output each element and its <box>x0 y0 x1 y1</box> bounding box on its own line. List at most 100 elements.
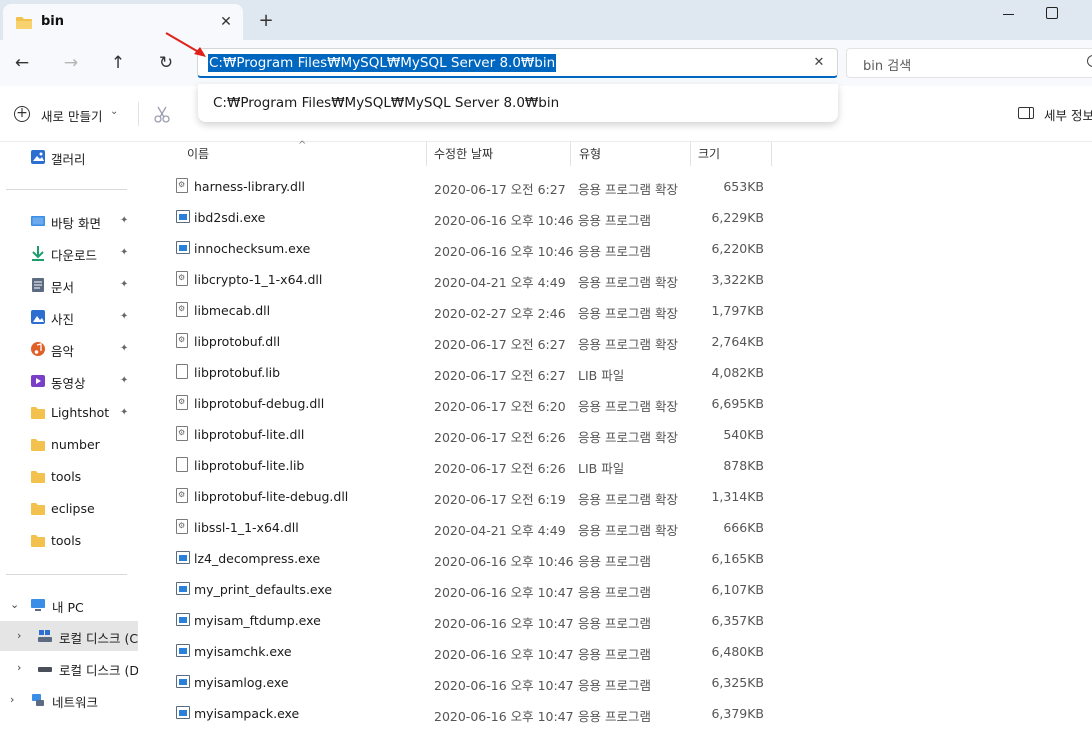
details-pane-icon <box>1018 107 1034 119</box>
chevron-right-icon[interactable]: › <box>17 661 21 674</box>
sidebar-item-desktop[interactable]: 바탕 화면 ✦ <box>0 206 138 236</box>
file-name: libmecab.dll <box>194 303 271 318</box>
address-suggestion-item[interactable]: C:₩Program Files₩MySQL₩MySQL Server 8.0₩… <box>213 95 559 111</box>
file-type: LIB 파일 <box>578 461 625 476</box>
sidebar-item-local-disk-c[interactable]: › 로컬 디스크 (C <box>0 621 138 651</box>
chevron-right-icon[interactable]: › <box>10 693 14 706</box>
file-row[interactable]: libprotobuf-debug.dll 2020-06-17 오전 6:20 응… <box>174 388 774 419</box>
sidebar-item-label: 음악 <box>51 344 75 359</box>
column-separator[interactable] <box>426 142 427 166</box>
music-icon <box>31 342 45 356</box>
pin-icon: ✦ <box>120 215 129 226</box>
file-type: LIB 파일 <box>578 368 625 383</box>
file-row[interactable]: libmecab.dll 2020-02-27 오후 2:46 응용 프로그램 확장… <box>174 295 774 326</box>
file-type: 응용 프로그램 확장 <box>578 182 678 197</box>
file-row[interactable]: libprotobuf-lite-debug.dll 2020-06-17 오전 … <box>174 481 774 512</box>
sidebar-item-tools[interactable]: tools <box>0 462 138 492</box>
sidebar-item-local-disk-d[interactable]: › 로컬 디스크 (D <box>0 653 138 683</box>
file-row[interactable]: my_print_defaults.exe 2020-06-16 오후 10:47… <box>174 574 774 605</box>
dll-file-icon <box>176 519 188 534</box>
cut-icon[interactable] <box>152 104 172 124</box>
desktop-icon <box>31 216 45 226</box>
file-row[interactable]: lz4_decompress.exe 2020-06-16 오후 10:46 응용 … <box>174 543 774 574</box>
sidebar-item-pictures[interactable]: 사진 ✦ <box>0 302 138 332</box>
file-row[interactable]: myisampack.exe 2020-06-16 오후 10:47 응용 프로그램… <box>174 698 774 729</box>
close-tab-icon[interactable]: ✕ <box>217 13 235 31</box>
back-button[interactable]: ← <box>11 52 33 74</box>
search-field[interactable]: bin 검색 <box>846 48 1092 78</box>
column-separator[interactable] <box>771 142 772 166</box>
column-header-name[interactable]: 이름 <box>187 142 209 168</box>
file-name: myisam_ftdump.exe <box>194 613 321 628</box>
file-row[interactable]: ibd2sdi.exe 2020-06-16 오후 10:46 응용 프로그램 6,2… <box>174 202 774 233</box>
maximize-button[interactable] <box>1046 7 1058 19</box>
pin-icon: ✦ <box>120 279 129 290</box>
sidebar-item-label: eclipse <box>51 501 95 516</box>
folder-icon <box>31 407 45 419</box>
file-row[interactable]: myisamlog.exe 2020-06-16 오후 10:47 응용 프로그램 6… <box>174 667 774 698</box>
chevron-right-icon[interactable]: › <box>17 629 21 642</box>
file-row[interactable]: libcrypto-1_1-x64.dll 2020-04-21 오후 4:49 응… <box>174 264 774 295</box>
column-separator[interactable] <box>690 142 691 166</box>
minimize-button[interactable] <box>1000 4 1018 24</box>
sidebar-item-downloads[interactable]: 다운로드 ✦ <box>0 238 138 268</box>
chevron-down-icon[interactable]: ⌄ <box>10 598 19 611</box>
file-size: 6,107KB <box>711 582 764 597</box>
navigation-pane-scrollbar[interactable] <box>138 142 150 730</box>
file-name: libprotobuf.lib <box>194 365 281 380</box>
column-separator[interactable] <box>570 142 571 166</box>
address-field[interactable]: C:₩Program Files₩MySQL₩MySQL Server 8.0₩… <box>197 48 838 78</box>
clear-address-icon[interactable]: ✕ <box>811 55 827 71</box>
sidebar-item-number[interactable]: number <box>0 430 138 460</box>
new-tab-button[interactable]: + <box>256 12 276 32</box>
dll-file-icon <box>176 271 188 286</box>
file-row[interactable]: libprotobuf.lib 2020-06-17 오전 6:27 LIB 파일 4… <box>174 357 774 388</box>
chevron-down-icon: ⌄ <box>110 106 119 117</box>
file-row[interactable]: myisamchk.exe 2020-06-16 오후 10:47 응용 프로그램 6… <box>174 636 774 667</box>
file-row[interactable]: libprotobuf.dll 2020-06-17 오전 6:27 응용 프로그램… <box>174 326 774 357</box>
file-row[interactable]: libssl-1_1-x64.dll 2020-04-21 오후 4:49 응용 프… <box>174 512 774 543</box>
file-size: 6,229KB <box>711 210 764 225</box>
file-name: libprotobuf-lite.lib <box>194 458 305 473</box>
dll-file-icon <box>176 395 188 410</box>
file-row[interactable]: libprotobuf-lite.lib 2020-06-17 오전 6:26 LI… <box>174 450 774 481</box>
sidebar-item-tools-2[interactable]: tools <box>0 526 138 556</box>
sidebar-item-network[interactable]: › 네트워크 <box>0 685 138 715</box>
file-name: lz4_decompress.exe <box>194 551 321 566</box>
sidebar-item-eclipse[interactable]: eclipse <box>0 494 138 524</box>
sidebar-item-videos[interactable]: 동영상 ✦ <box>0 366 138 396</box>
file-size: 6,220KB <box>711 241 764 256</box>
file-size: 6,165KB <box>711 551 764 566</box>
column-header-modified[interactable]: 수정한 날짜 <box>434 142 493 168</box>
file-size: 4,082KB <box>711 365 764 380</box>
sidebar-item-gallery[interactable]: 갤러리 <box>0 142 138 172</box>
annotation-arrow-icon <box>165 32 206 57</box>
application-file-icon <box>176 582 190 595</box>
file-row[interactable]: harness-library.dll 2020-06-17 오전 6:27 응용 … <box>174 171 774 202</box>
file-size: 653KB <box>723 179 764 194</box>
gallery-icon <box>31 150 45 164</box>
sidebar-item-music[interactable]: 음악 ✦ <box>0 334 138 364</box>
sidebar-item-label: 문서 <box>51 280 75 295</box>
sidebar-item-lightshot[interactable]: Lightshot ✦ <box>0 398 138 428</box>
file-date: 2020-06-16 오후 10:47 <box>434 616 574 631</box>
column-header-type[interactable]: 유형 <box>579 142 601 168</box>
sidebar-item-documents[interactable]: 문서 ✦ <box>0 270 138 300</box>
folder-icon <box>31 503 45 515</box>
file-row[interactable]: innochecksum.exe 2020-06-16 오후 10:46 응용 프로… <box>174 233 774 264</box>
address-path-selected[interactable]: C:₩Program Files₩MySQL₩MySQL Server 8.0₩… <box>208 54 557 72</box>
file-name: innochecksum.exe <box>194 241 311 256</box>
file-row[interactable]: myisam_ftdump.exe 2020-06-16 오후 10:47 응용 프… <box>174 605 774 636</box>
sidebar-divider <box>6 574 127 575</box>
file-type: 응용 프로그램 확장 <box>578 430 678 445</box>
file-size: 878KB <box>723 458 764 473</box>
sidebar-item-label: tools <box>51 533 82 548</box>
application-file-icon <box>176 675 190 688</box>
file-size: 540KB <box>723 427 764 442</box>
up-button[interactable]: ↑ <box>107 52 129 74</box>
sidebar-item-this-pc[interactable]: ⌄ 내 PC <box>0 590 138 620</box>
forward-button[interactable]: → <box>60 52 82 74</box>
navigation-pane: 갤러리 바탕 화면 ✦ 다운로드 ✦ 문서 ✦ 사진 ✦ 음악 ✦ 동영상 ✦ … <box>0 142 150 730</box>
column-header-size[interactable]: 크기 <box>698 142 720 168</box>
file-row[interactable]: libprotobuf-lite.dll 2020-06-17 오전 6:26 응용… <box>174 419 774 450</box>
